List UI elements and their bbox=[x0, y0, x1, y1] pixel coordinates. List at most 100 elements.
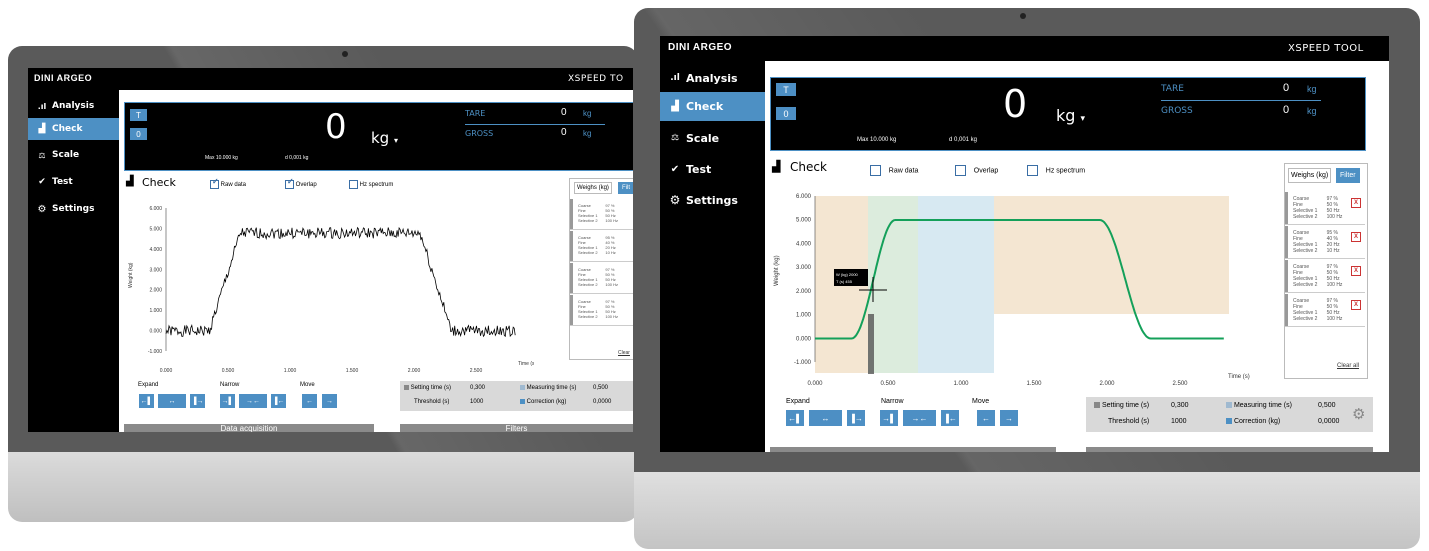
sidebar-item-settings[interactable]: ⚙ Settings bbox=[660, 187, 765, 213]
move-right-button[interactable]: → bbox=[322, 394, 337, 408]
raw-data-checkbox[interactable]: Raw data bbox=[870, 165, 918, 176]
remove-filter-button[interactable]: X bbox=[1351, 300, 1361, 310]
remove-filter-button[interactable]: X bbox=[1351, 198, 1361, 208]
narrow-label: Narrow bbox=[881, 398, 904, 405]
sidebar: .ıl Analysis ▟ Check ⚖ Scale ✔ Test ⚙ Setting… bbox=[660, 61, 765, 452]
remove-filter-button[interactable]: X bbox=[1351, 232, 1361, 242]
y-tick-label: 1.000 bbox=[796, 313, 812, 319]
move-left-button[interactable]: ← bbox=[302, 394, 317, 408]
gear-icon[interactable]: ⚙ bbox=[1352, 405, 1365, 423]
sidebar-item-check[interactable]: ▟ Check bbox=[28, 118, 119, 140]
tare-value: 0 bbox=[561, 107, 567, 118]
scale-check-icon: ▟ bbox=[38, 124, 46, 134]
sidebar-item-check[interactable]: ▟ Check bbox=[660, 92, 765, 121]
correction-value[interactable]: 0,0000 bbox=[1318, 418, 1339, 425]
filter-entry[interactable]: Coarse 97 % Fine 50 % Selective 1 50 Hz Select… bbox=[1285, 294, 1365, 327]
x-tick-label: 0.500 bbox=[222, 368, 235, 374]
narrow-both-button[interactable]: →← bbox=[903, 410, 936, 426]
narrow-right-button[interactable]: ▐← bbox=[271, 394, 286, 408]
sidebar-item-test[interactable]: ✔ Test bbox=[660, 156, 765, 182]
threshold-value[interactable]: 1000 bbox=[1171, 418, 1187, 425]
expand-right-button[interactable]: ▐→ bbox=[847, 410, 865, 426]
y-tick-label: 4.000 bbox=[149, 247, 162, 253]
tab-filter[interactable]: Filter bbox=[1336, 168, 1360, 183]
clear-all-link[interactable]: Clear all bbox=[1337, 363, 1359, 369]
threshold-value[interactable]: 1000 bbox=[470, 399, 483, 405]
weight-unit-dropdown[interactable]: kg ▾ bbox=[1056, 106, 1085, 125]
sidebar-item-analysis[interactable]: .ıl Analysis bbox=[660, 64, 765, 92]
expand-left-button[interactable]: ←▌ bbox=[786, 410, 804, 426]
setting-time-value[interactable]: 0,300 bbox=[1171, 402, 1189, 409]
setting-time-value[interactable]: 0,300 bbox=[470, 385, 485, 391]
sidebar-item-settings[interactable]: ⚙ Settings bbox=[28, 198, 119, 220]
sidebar-item-scale[interactable]: ⚖ Scale bbox=[660, 125, 765, 151]
app-title: XSPEED TOOL bbox=[1288, 43, 1364, 54]
tab-weighs[interactable]: Weighs (kg) bbox=[574, 182, 612, 194]
filter-entry[interactable]: Coarse 97 % Fine 50 % Selective 1 50 Hz Select… bbox=[570, 295, 633, 326]
hz-spectrum-checkbox[interactable]: Hz spectrum bbox=[1027, 165, 1085, 176]
measuring-time-label: Measuring time (s) bbox=[1233, 402, 1292, 409]
correction-label: Correction (kg) bbox=[1233, 418, 1281, 425]
gross-label: GROSS bbox=[1161, 106, 1193, 116]
narrow-both-button[interactable]: →← bbox=[239, 394, 267, 408]
y-tick-label: -1.000 bbox=[794, 360, 812, 366]
expand-left-button[interactable]: ←▌ bbox=[139, 394, 154, 408]
filter-param-value: 100 Hz bbox=[1326, 214, 1343, 220]
clear-all-link[interactable]: Clear bbox=[618, 350, 630, 356]
sidebar-item-analysis[interactable]: .ıl Analysis bbox=[28, 94, 119, 118]
expand-right-button[interactable]: ▐→ bbox=[190, 394, 205, 408]
measuring-time-label: Measuring time (s) bbox=[526, 385, 577, 392]
check-icon: ✔ bbox=[670, 163, 680, 175]
remove-filter-button[interactable]: X bbox=[1351, 266, 1361, 276]
filter-entry[interactable]: Coarse 95 % Fine 40 % Selective 1 20 Hz Select… bbox=[570, 231, 633, 262]
tab-weighs[interactable]: Weighs (kg) bbox=[1288, 168, 1332, 183]
filter-entry[interactable]: Coarse 95 % Fine 40 % Selective 1 20 Hz Select… bbox=[1285, 226, 1365, 259]
filters-header[interactable]: Filters bbox=[400, 424, 633, 432]
expand-both-button[interactable]: ↔ bbox=[809, 410, 842, 426]
data-acquisition-header[interactable]: Data acquisition bbox=[124, 424, 374, 432]
sidebar-item-scale[interactable]: ⚖ Scale bbox=[28, 144, 119, 166]
settings-panel: Setting time (s) 0,300 Measuring time (s… bbox=[400, 381, 633, 411]
narrow-left-button[interactable]: →▌ bbox=[880, 410, 898, 426]
top-bar: DINI ARGEO XSPEED TOOL bbox=[660, 36, 1389, 61]
sidebar-item-test[interactable]: ✔ Test bbox=[28, 171, 119, 193]
data-acquisition-header[interactable] bbox=[770, 447, 1056, 452]
entry-marker bbox=[1285, 294, 1288, 326]
raw-data-checkbox[interactable]: Raw data bbox=[210, 177, 246, 189]
tab-filter[interactable]: Filt bbox=[618, 182, 633, 194]
move-right-button[interactable]: → bbox=[1000, 410, 1018, 426]
weight-chart[interactable]: 6.000 5.000 4.000 3.000 2.000 1.000 0.000 -1.00… bbox=[770, 186, 1260, 386]
filters-header[interactable] bbox=[1086, 447, 1373, 452]
hz-spectrum-checkbox[interactable]: Hz spectrum bbox=[349, 180, 393, 189]
tare-button[interactable]: T bbox=[130, 109, 147, 121]
filter-entry[interactable]: Coarse 97 % Fine 50 % Selective 1 50 Hz Select… bbox=[570, 263, 633, 294]
x-tick-label: 2.000 bbox=[1099, 381, 1115, 386]
filter-entry[interactable]: Coarse 97 % Fine 50 % Selective 1 50 Hz Select… bbox=[570, 199, 633, 230]
expand-both-button[interactable]: ↔ bbox=[158, 394, 186, 408]
tare-label: TARE bbox=[465, 109, 486, 118]
expand-label: Expand bbox=[786, 398, 810, 405]
weight-chart[interactable]: 6.000 5.000 4.000 3.000 2.000 1.000 0.000 -1.00… bbox=[124, 198, 534, 386]
filter-param-value: 100 Hz bbox=[1326, 282, 1343, 288]
weight-unit-dropdown[interactable]: kg ▾ bbox=[371, 129, 398, 147]
narrow-right-button[interactable]: ▐← bbox=[941, 410, 959, 426]
measuring-time-value[interactable]: 0,500 bbox=[593, 385, 608, 391]
overlap-checkbox[interactable]: Overlap bbox=[955, 165, 998, 176]
top-bar: DINI ARGEO XSPEED TO bbox=[28, 68, 633, 90]
correction-value[interactable]: 0,0000 bbox=[593, 399, 611, 405]
gear-icon: ⚙ bbox=[37, 203, 47, 215]
narrow-left-button[interactable]: →▌ bbox=[220, 394, 235, 408]
zero-button[interactable]: 0 bbox=[130, 128, 147, 140]
move-left-button[interactable]: ← bbox=[977, 410, 995, 426]
filter-entry[interactable]: Coarse 97 % Fine 50 % Selective 1 50 Hz Select… bbox=[1285, 192, 1365, 225]
zero-button[interactable]: 0 bbox=[776, 107, 796, 120]
tare-button[interactable]: T bbox=[776, 83, 796, 96]
filter-entry[interactable]: Coarse 97 % Fine 50 % Selective 1 50 Hz Select… bbox=[1285, 260, 1365, 293]
move-label: Move bbox=[300, 382, 315, 388]
measuring-time-value[interactable]: 0,500 bbox=[1318, 402, 1336, 409]
sidebar: .ıl Analysis ▟ Check ⚖ Scale ✔ Test ⚙ Setting… bbox=[28, 90, 119, 432]
overlap-checkbox[interactable]: Overlap bbox=[285, 177, 317, 189]
left-monitor-chin bbox=[8, 450, 638, 522]
weight-value: 0 bbox=[1003, 82, 1028, 126]
correction-label: Correction (kg) bbox=[526, 399, 567, 406]
